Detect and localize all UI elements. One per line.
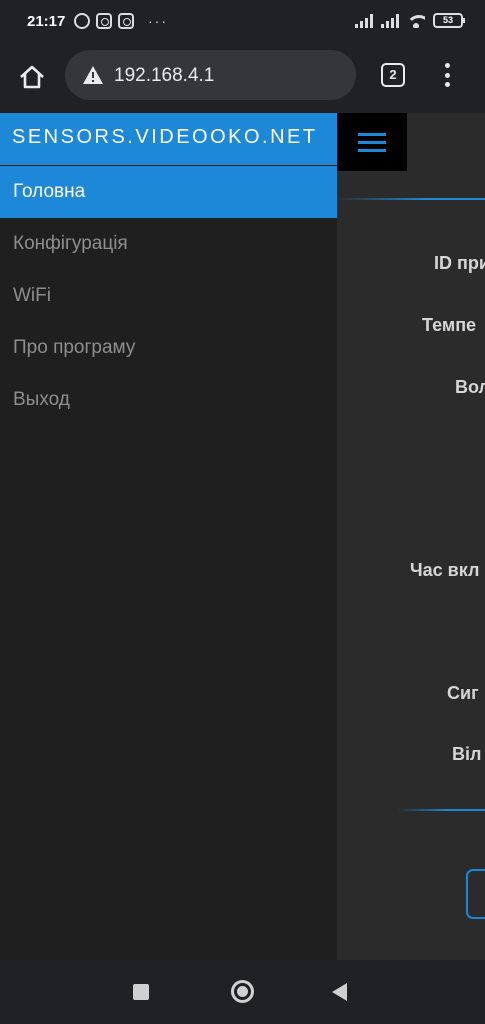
home-button-icon[interactable]: [231, 980, 254, 1003]
nav-item-logout[interactable]: Выход: [0, 374, 337, 426]
field-label-on-time: Час вкл: [410, 560, 480, 580]
brand-title[interactable]: SENSORS.VIDEOOKO.NET: [12, 126, 318, 149]
main-content: ID при Темпе Вол Час вкл Сиг Віл: [337, 113, 485, 960]
signal-icon: [381, 13, 399, 28]
nav-item-home[interactable]: Головна: [0, 166, 337, 218]
home-icon[interactable]: [18, 63, 46, 91]
field-label-temperature: Темпе: [422, 315, 477, 335]
divider: [337, 198, 485, 200]
field-label-free: Віл: [452, 744, 482, 764]
field-label-device-id: ID при: [434, 253, 485, 273]
wifi-icon: [407, 14, 425, 28]
field-label-signal: Сиг: [447, 683, 479, 703]
action-button[interactable]: [466, 869, 485, 919]
system-navigation-bar: [0, 960, 485, 1024]
nav-item-configuration[interactable]: Конфігурація: [0, 218, 337, 270]
address-bar[interactable]: 192.168.4.1: [65, 50, 356, 100]
field-label-humidity: Вол: [455, 377, 485, 397]
notification-icons: ···: [74, 13, 168, 29]
instagram-icon: [96, 13, 112, 29]
nav-item-wifi[interactable]: WiFi: [0, 270, 337, 322]
nav-item-about[interactable]: Про програму: [0, 322, 337, 374]
nav-list: Головна Конфігурація WiFi Про програму В…: [0, 166, 337, 426]
divider: [397, 809, 485, 811]
side-navigation: SENSORS.VIDEOOKO.NET Головна Конфігураці…: [0, 113, 337, 960]
warning-icon[interactable]: [82, 65, 104, 85]
web-page: SENSORS.VIDEOOKO.NET Головна Конфігураці…: [0, 113, 485, 960]
signal-icon: [355, 13, 373, 28]
url-text[interactable]: 192.168.4.1: [114, 65, 214, 87]
tab-switcher-button[interactable]: 2: [381, 63, 405, 87]
more-menu-icon[interactable]: [440, 60, 454, 90]
recent-apps-icon[interactable]: [133, 984, 149, 1000]
status-time: 21:17: [27, 13, 66, 30]
instagram-icon: [118, 13, 134, 29]
system-indicators: 53: [355, 13, 465, 28]
battery-icon: 53: [433, 13, 465, 28]
status-bar: 21:17 ··· 53: [0, 0, 485, 46]
brand-header[interactable]: SENSORS.VIDEOOKO.NET: [0, 113, 337, 165]
viber-icon: [74, 13, 90, 29]
browser-toolbar: 192.168.4.1 2: [0, 46, 485, 108]
more-notifications-indicator: ···: [148, 13, 168, 29]
back-icon[interactable]: [332, 983, 347, 1001]
hamburger-menu-icon[interactable]: [337, 113, 407, 171]
